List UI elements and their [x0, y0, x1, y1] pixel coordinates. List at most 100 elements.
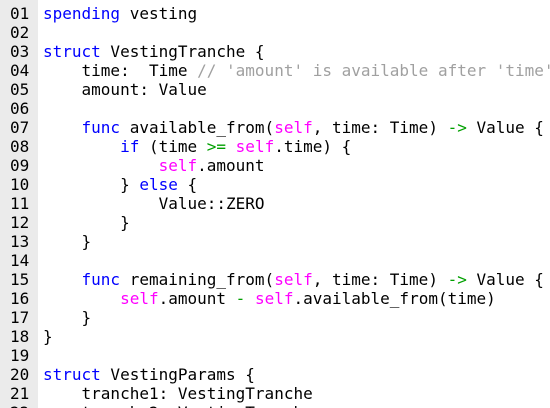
code-token: VestingTranche {	[100, 42, 265, 61]
code-text: } else {	[43, 175, 197, 194]
code-token: }	[43, 327, 53, 346]
line-number: 10	[10, 175, 30, 194]
code-text: self.amount - self.available_from(time)	[43, 289, 496, 308]
code-token: {	[177, 175, 198, 194]
code-line[interactable]: 14	[0, 251, 550, 270]
line-number: 06	[10, 99, 30, 118]
line-number: 12	[10, 213, 30, 232]
code-token: VestingParams {	[100, 365, 255, 384]
code-line[interactable]: 18}	[0, 327, 550, 346]
self-token: self	[235, 137, 275, 156]
keyword-token: spending	[43, 4, 121, 23]
code-token: , time: Time)	[312, 118, 448, 137]
code-text: tranche1: VestingTranche	[43, 384, 313, 403]
code-token: tranche1: VestingTranche	[43, 384, 313, 403]
code-line[interactable]: 19	[0, 346, 550, 365]
code-line[interactable]: 21 tranche1: VestingTranche	[0, 384, 550, 403]
code-token: Value::ZERO	[43, 194, 265, 213]
code-text: tranche2: VestingTranche	[43, 403, 313, 408]
code-token: remaining_from(	[120, 270, 275, 289]
code-text: }	[43, 308, 92, 327]
code-text: struct VestingTranche {	[43, 42, 265, 61]
self-token: self	[120, 289, 159, 308]
line-number: 03	[10, 42, 30, 61]
code-token: Value {	[466, 270, 544, 289]
code-text: time: Time // 'amount' is available afte…	[43, 61, 550, 80]
code-line[interactable]: 22 tranche2: VestingTranche	[0, 403, 550, 408]
code-line[interactable]: 02	[0, 23, 550, 42]
code-text: }	[43, 213, 130, 232]
code-line[interactable]: 04 time: Time // 'amount' is available a…	[0, 61, 550, 80]
line-number: 15	[10, 270, 30, 289]
line-number: 04	[10, 61, 30, 80]
code-line[interactable]: 15 func remaining_from(self, time: Time)…	[0, 270, 550, 289]
operator-token: -	[235, 289, 246, 308]
code-token: tranche2: VestingTranche	[43, 403, 313, 408]
code-text: if (time >= self.time) {	[43, 137, 351, 156]
operator-token: ->	[447, 270, 467, 289]
code-token: available_from(	[120, 118, 275, 137]
code-line[interactable]: 01 spending vesting	[0, 4, 550, 23]
line-number: 22	[0, 403, 38, 408]
line-number: 07	[10, 118, 30, 137]
code-token: .amount	[197, 156, 265, 175]
code-line[interactable]: 08 if (time >= self.time) {	[0, 137, 550, 156]
code-text: Value::ZERO	[43, 194, 265, 213]
code-line[interactable]: 06	[0, 99, 550, 118]
code-line[interactable]: 16 self.amount - self.available_from(tim…	[0, 289, 550, 308]
keyword-token: struct	[43, 42, 101, 61]
code-line[interactable]: 07 func available_from(self, time: Time)…	[0, 118, 550, 137]
code-text: func available_from(self, time: Time) ->…	[43, 118, 544, 137]
code-text: amount: Value	[43, 80, 207, 99]
code-line[interactable]: 20 struct VestingParams {	[0, 365, 550, 384]
line-number: 02	[10, 23, 30, 42]
code-text: spending vesting	[43, 4, 197, 23]
code-token: }	[43, 213, 130, 232]
code-token: , time: Time)	[312, 270, 448, 289]
code-line[interactable]: 11 Value::ZERO	[0, 194, 550, 213]
operator-token: ->	[447, 118, 467, 137]
line-number: 08	[10, 137, 30, 156]
keyword-token: struct	[43, 365, 101, 384]
comment-token: // 'amount' is available after 'time'	[197, 61, 550, 80]
code-text: struct VestingParams {	[43, 365, 255, 384]
line-number: 20	[10, 365, 30, 384]
line-number: 05	[10, 80, 30, 99]
code-editor[interactable]: 01 spending vesting 02 03 struct VestingTran…	[0, 0, 550, 408]
code-token: }	[43, 308, 92, 327]
code-line[interactable]: 09 self.amount	[0, 156, 550, 175]
code-token: vesting	[120, 4, 198, 23]
self-token: self	[274, 270, 313, 289]
code-token: (time	[139, 137, 207, 156]
code-line[interactable]: 12 }	[0, 213, 550, 232]
code-line[interactable]: 17 }	[0, 308, 550, 327]
self-token: self	[274, 118, 313, 137]
line-number: 13	[10, 232, 30, 251]
code-token: Value {	[466, 118, 544, 137]
code-token: amount: Value	[43, 80, 207, 99]
code-text: self.amount	[43, 156, 265, 175]
code-token: .available_from(time)	[293, 289, 496, 308]
self-token: self	[254, 289, 294, 308]
code-text: }	[43, 327, 53, 346]
code-token: }	[43, 175, 140, 194]
code-token: .amount	[158, 289, 236, 308]
code-line[interactable]: 10 } else {	[0, 175, 550, 194]
line-number: 14	[10, 251, 30, 270]
line-number: 17	[10, 308, 30, 327]
code-line[interactable]: 03 struct VestingTranche {	[0, 42, 550, 61]
keyword-token: else	[139, 175, 178, 194]
code-line[interactable]: 05 amount: Value	[0, 80, 550, 99]
code-line[interactable]: 13 }	[0, 232, 550, 251]
line-number: 16	[10, 289, 30, 308]
self-token: self	[158, 156, 198, 175]
code-token: time: Time	[43, 61, 198, 80]
operator-token: >=	[206, 137, 227, 156]
